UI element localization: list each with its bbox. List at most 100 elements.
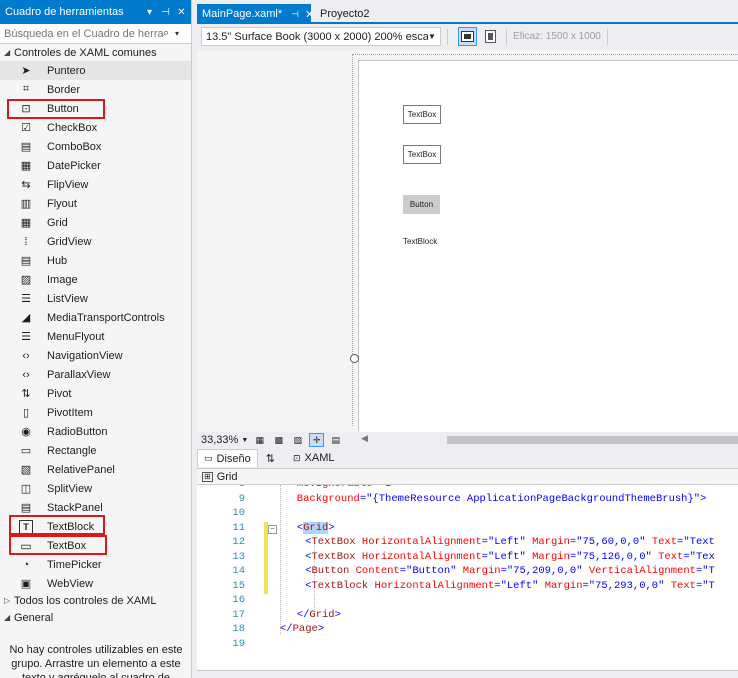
code-line[interactable]: 11 − <Grid> <box>197 521 738 536</box>
code-line[interactable]: 16 <box>197 594 738 609</box>
tab-design[interactable]: ▭ Diseño <box>197 449 258 467</box>
tab-proyecto2[interactable]: Proyecto2 <box>315 4 406 24</box>
chevron-down-icon[interactable]: ▾ <box>175 29 187 38</box>
scroll-left-icon[interactable]: ◀ <box>361 433 368 444</box>
tool-item-pivotitem[interactable]: ▯ PivotItem <box>0 403 191 422</box>
code-line[interactable]: 12 <TextBox HorizontalAlignment="Left" Ma… <box>197 536 738 551</box>
checkbox-icon: ☑ <box>21 122 31 134</box>
horizontal-scrollbar[interactable] <box>447 436 738 444</box>
landscape-button[interactable] <box>458 27 477 46</box>
group-all-controls[interactable]: ▷ Todos los controles de XAML <box>0 592 156 609</box>
design-surface[interactable]: TextBox TextBox Button TextBlock <box>197 50 738 432</box>
tool-item-border[interactable]: ⌗ Border <box>0 80 191 99</box>
tool-item-grid[interactable]: ▦ Grid <box>0 213 191 232</box>
search-icon[interactable]: ⌕ <box>163 27 175 40</box>
tool-item-textbox[interactable]: ▭ TextBox <box>0 536 191 555</box>
tool-item-flipview[interactable]: ⇆ FlipView <box>0 175 191 194</box>
pin-icon[interactable]: ⊣ <box>291 9 299 20</box>
splitview-icon: ◫ <box>20 483 32 495</box>
design-textbox-2[interactable]: TextBox <box>403 145 441 164</box>
tool-item-listview[interactable]: ☰ ListView <box>0 289 191 308</box>
group-common-controls[interactable]: ◢ Controles de XAML comunes <box>0 44 191 61</box>
line-number: 14 <box>232 565 245 577</box>
close-icon[interactable]: ✕ <box>175 7 188 18</box>
toolbox-search-input[interactable] <box>4 27 163 40</box>
tool-item-hub[interactable]: ▤ Hub <box>0 251 191 270</box>
page-artboard[interactable]: TextBox TextBox Button TextBlock <box>358 60 738 432</box>
tool-item-timepicker[interactable]: ◔ TimePicker <box>0 555 191 574</box>
code-line[interactable]: 9 Background="{ThemeResource ApplicationP… <box>197 493 738 508</box>
line-number: 11 <box>232 521 245 534</box>
tool-item-label: Image <box>47 273 78 286</box>
tool-item-button[interactable]: ⊡ Button <box>0 99 191 118</box>
flipview-icon: ⇆ <box>21 179 31 191</box>
tool-item-puntero[interactable]: ➤ Puntero <box>0 61 191 80</box>
resize-anchor-icon[interactable] <box>350 354 359 363</box>
project-code-icon: ▤ <box>331 434 340 445</box>
snap-grid-button[interactable]: ▩ <box>271 433 286 447</box>
tool-item-combobox[interactable]: ▤ ComboBox <box>0 137 191 156</box>
code-line[interactable]: 14 <Button Content="Button" Margin="75,20… <box>197 565 738 580</box>
chevron-down-icon: ▼ <box>241 436 249 444</box>
tool-item-flyout[interactable]: ▥ Flyout <box>0 194 191 213</box>
device-select[interactable]: 13.5" Surface Book (3000 x 2000) 200% es… <box>201 27 441 46</box>
code-line-text: Background="{ThemeResource ApplicationPa… <box>296 492 707 505</box>
code-line[interactable]: 10 <box>197 507 738 522</box>
code-line[interactable]: 13 <TextBox HorizontalAlignment="Left" Ma… <box>197 550 738 565</box>
grid-toggle-button[interactable]: ▦ <box>252 433 267 447</box>
tool-item-stackpanel[interactable]: ▤ StackPanel <box>0 498 191 517</box>
code-line[interactable]: 8 mc:Ignorable="d" <box>197 485 738 493</box>
tool-item-label: Flyout <box>47 197 77 210</box>
code-line-text: <TextBlock HorizontalAlignment="Left" Ma… <box>305 579 715 592</box>
code-line[interactable]: 17 </Grid> <box>197 609 738 624</box>
tool-item-rectangle[interactable]: ▭ Rectangle <box>0 441 191 460</box>
xaml-code-editor[interactable]: 8 mc:Ignorable="d" 9 Background="{ThemeReso… <box>197 485 738 670</box>
code-line[interactable]: 18 </Page> <box>197 623 738 638</box>
design-button[interactable]: Button <box>403 195 440 214</box>
tab-xaml[interactable]: ⊡ XAML <box>287 449 341 467</box>
view-tabs: ▭ Diseño ⇅ ⊡ XAML <box>197 448 738 468</box>
tab-mainpage[interactable]: MainPage.xaml* ⊣ ✕ <box>197 4 314 24</box>
design-textblock[interactable]: TextBlock <box>403 237 437 246</box>
toolbox-search: ⌕ ▾ <box>0 24 191 44</box>
tool-item-mediatransportcontrols[interactable]: ◢ MediaTransportControls <box>0 308 191 327</box>
expanded-triangle-icon: ◢ <box>4 48 11 57</box>
tool-item-parallaxview[interactable]: ‹› ParallaxView <box>0 365 191 384</box>
pointer-icon: ➤ <box>21 65 31 77</box>
tool-item-image[interactable]: ▨ Image <box>0 270 191 289</box>
tool-item-splitview[interactable]: ◫ SplitView <box>0 479 191 498</box>
tool-item-pivot[interactable]: ⇅ Pivot <box>0 384 191 403</box>
close-icon[interactable]: ✕ <box>305 8 314 21</box>
tool-item-relativepanel[interactable]: ▧ RelativePanel <box>0 460 191 479</box>
tool-item-gridview[interactable]: ⁞ GridView <box>0 232 191 251</box>
tool-item-checkbox[interactable]: ☑ CheckBox <box>0 118 191 137</box>
tool-item-menuflyout[interactable]: ☰ MenuFlyout <box>0 327 191 346</box>
design-textbox-1[interactable]: TextBox <box>403 105 441 124</box>
tool-item-navigationview[interactable]: ‹› NavigationView <box>0 346 191 365</box>
editor-status-bar <box>197 670 738 678</box>
tool-item-label: PivotItem <box>47 406 93 419</box>
code-line-text: <TextBox HorizontalAlignment="Left" Marg… <box>305 550 715 563</box>
swap-panes-icon[interactable]: ⇅ <box>266 452 275 465</box>
snap-lines-button[interactable]: ✛ <box>309 433 325 447</box>
project-code-button[interactable]: ▤ <box>328 433 343 447</box>
tool-item-webview[interactable]: ▣ WebView <box>0 574 191 593</box>
tool-item-label: ComboBox <box>47 140 102 153</box>
tool-item-radiobutton[interactable]: ◉ RadioButton <box>0 422 191 441</box>
portrait-button[interactable] <box>481 27 500 46</box>
grid-element-icon: ⊞ <box>202 471 213 482</box>
pin-icon[interactable]: ⊣ <box>159 7 172 18</box>
expanded-triangle-icon: ◢ <box>4 613 11 622</box>
breadcrumb[interactable]: ⊞ Grid <box>197 468 738 485</box>
zoom-select[interactable]: 33,33% ▼ <box>201 433 248 447</box>
artboard-background-button[interactable]: ▧ <box>290 433 305 447</box>
collapse-icon[interactable]: − <box>268 524 277 534</box>
tool-item-textblock[interactable]: T TextBlock <box>0 517 191 536</box>
toolbox-panel: Cuadro de herramientas ▾ ⊣ ✕ ⌕ ▾ ◢ Contr… <box>0 0 192 678</box>
code-line[interactable]: 15 <TextBlock HorizontalAlignment="Left" … <box>197 579 738 594</box>
tool-item-label: SplitView <box>47 482 93 495</box>
tool-item-datepicker[interactable]: ▦ DatePicker <box>0 156 191 175</box>
dropdown-arrow-icon[interactable]: ▾ <box>143 7 156 18</box>
code-line[interactable]: 19 <box>197 638 738 653</box>
group-general[interactable]: ◢ General <box>0 609 53 626</box>
